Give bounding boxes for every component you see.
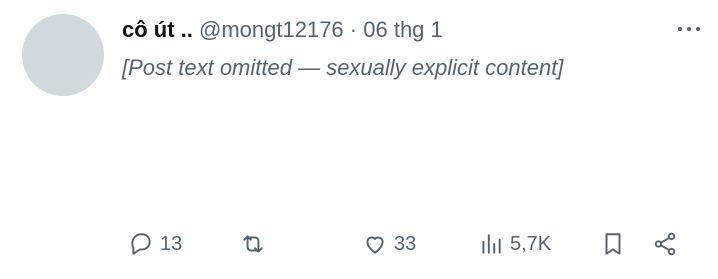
view-count: 5,7K (510, 232, 552, 255)
share-icon (654, 232, 676, 256)
like-button[interactable]: 33 (362, 226, 416, 262)
separator-dot: · (349, 17, 358, 42)
like-icon (366, 236, 384, 254)
views-icon (482, 234, 501, 254)
more-icon[interactable] (672, 18, 706, 40)
repost-button[interactable] (240, 226, 272, 262)
like-count: 33 (394, 232, 417, 255)
post-date[interactable]: 06 thg 1 (363, 17, 443, 42)
post-card[interactable]: cô út .. @mongt12176 · 06 thg 1 [Post te… (0, 0, 718, 279)
post-text: [Post text omitted — sexually explicit c… (122, 55, 564, 80)
avatar[interactable] (22, 14, 104, 96)
repost-icon (243, 235, 263, 253)
views-button[interactable]: 5,7K (478, 226, 551, 262)
display-name[interactable]: cô út .. (122, 17, 193, 42)
reply-button[interactable]: 13 (128, 226, 182, 262)
share-button[interactable] (652, 226, 678, 262)
reply-icon (131, 233, 151, 255)
reply-count: 13 (160, 232, 183, 255)
user-handle[interactable]: @mongt12176 (199, 17, 344, 42)
bookmark-icon (605, 233, 621, 255)
bookmark-button[interactable] (600, 226, 626, 262)
action-bar: 13 33 5,7K (122, 226, 692, 262)
post-header: cô út .. @mongt12176 · 06 thg 1 (122, 14, 443, 46)
